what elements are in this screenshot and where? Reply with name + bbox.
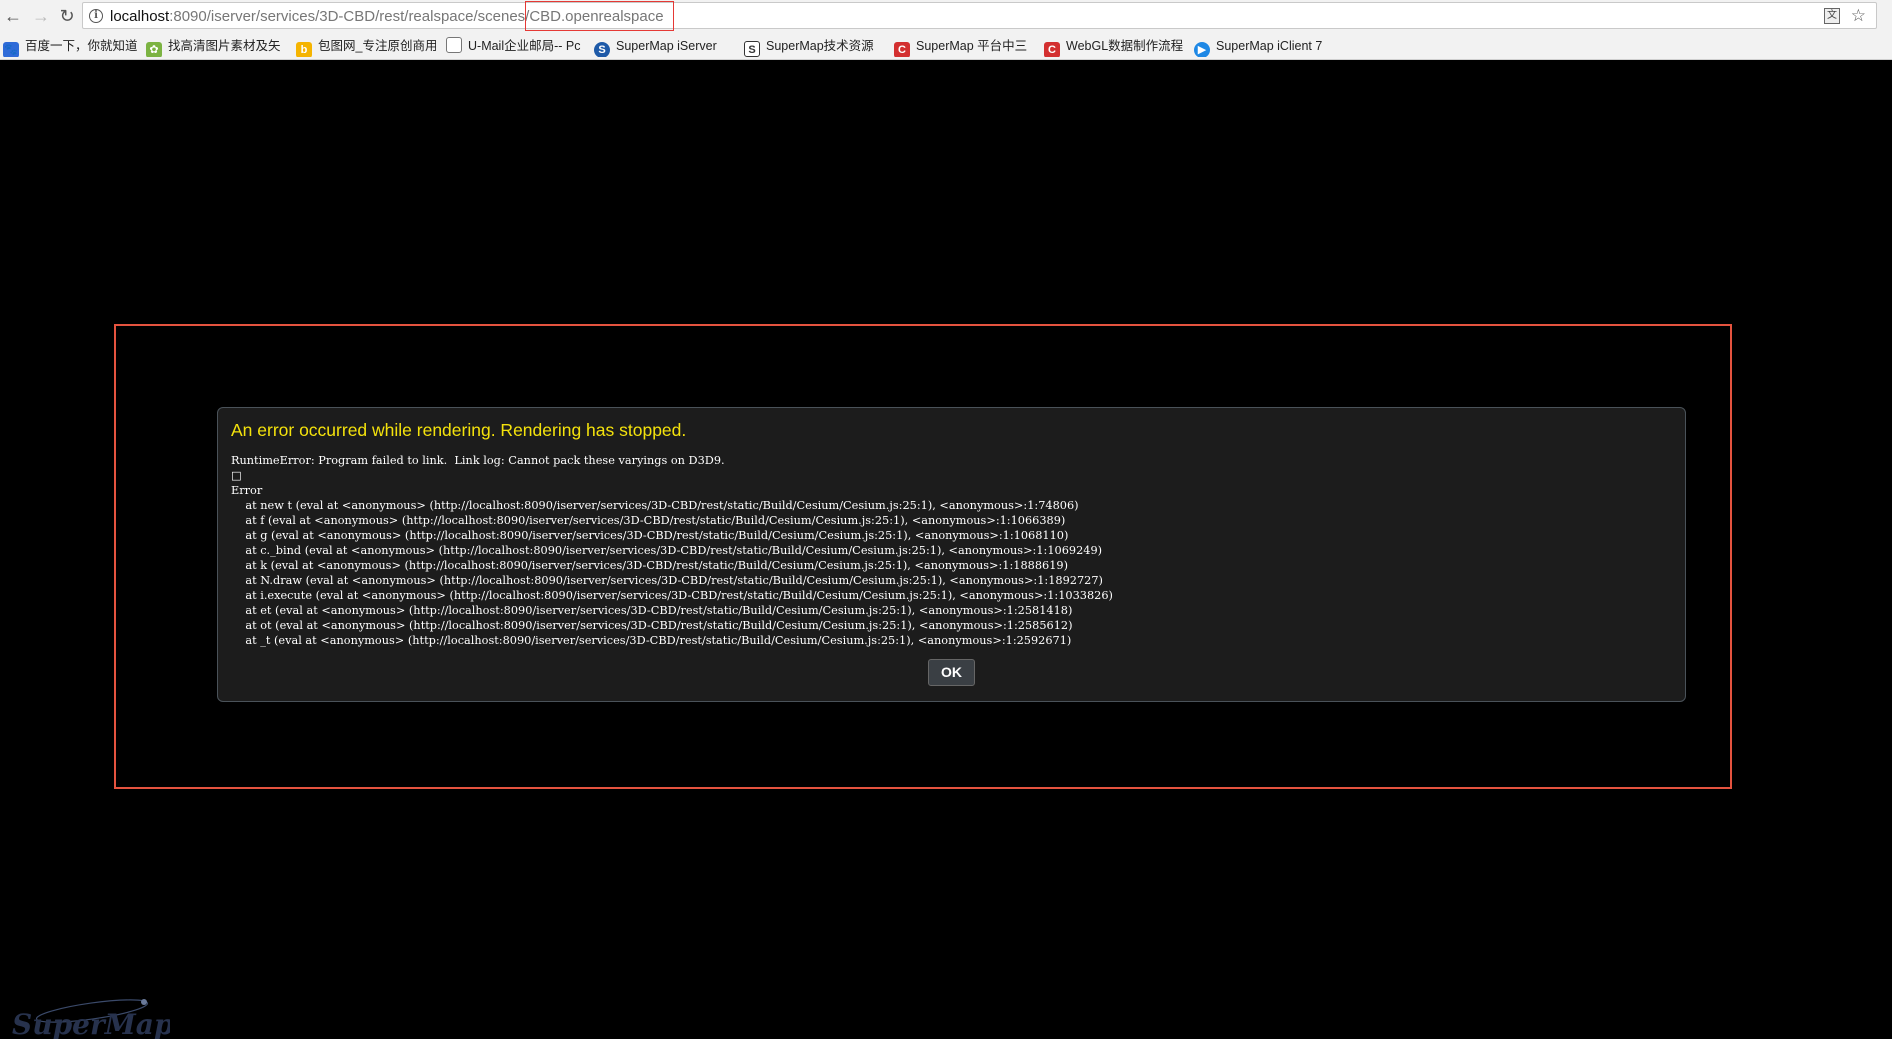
site-info-icon[interactable]: i (89, 9, 103, 23)
back-arrow-icon[interactable]: ← (2, 5, 24, 27)
leaf-icon: ✿ (146, 42, 162, 57)
s-logo-icon: S (744, 41, 760, 57)
translate-icon[interactable]: 文 (1824, 8, 1840, 24)
bookmark-item[interactable]: 🐾 百度一下，你就知道 (3, 35, 143, 57)
bookmark-item[interactable]: C SuperMap 平台中三 (894, 35, 1034, 57)
browser-toolbar: ← → ↻ i localhost:8090/iserver/services/… (0, 0, 1892, 60)
c-logo-icon: C (1044, 42, 1060, 57)
supermap-icon: S (594, 42, 610, 57)
page-icon (446, 37, 462, 53)
bookmark-label: WebGL数据制作流程 (1066, 39, 1184, 53)
bookmark-item[interactable]: b 包图网_专注原创商用 (296, 35, 436, 57)
bookmark-item[interactable]: ▶ SuperMap iClient 7 (1194, 35, 1344, 57)
url-annotation-highlight (525, 1, 674, 31)
bookmark-label: SuperMap 平台中三 (916, 39, 1028, 53)
reload-icon[interactable]: ↻ (56, 5, 78, 27)
bookmark-item[interactable]: S SuperMap iServer (594, 35, 734, 57)
url-host: localhost (110, 8, 170, 25)
bookmark-item[interactable]: ✿ 找高清图片素材及矢 (146, 35, 286, 57)
iclient-icon: ▶ (1194, 42, 1210, 57)
address-bar[interactable]: i localhost:8090/iserver/services/3D-CBD… (82, 1, 1877, 31)
bookmark-item[interactable]: S SuperMap技术资源 (744, 35, 884, 57)
supermap-logo: SuperMap (12, 999, 170, 1039)
bookmark-star-icon[interactable]: ☆ (1851, 6, 1866, 26)
svg-text:SuperMap: SuperMap (12, 1008, 170, 1039)
b-logo-icon: b (296, 42, 312, 57)
forward-arrow-icon[interactable]: → (30, 5, 52, 27)
bookmark-label: U-Mail企业邮局-- Pc (468, 39, 581, 53)
bookmark-item[interactable]: C WebGL数据制作流程 (1044, 35, 1184, 57)
bookmark-label: 找高清图片素材及矢 (168, 39, 281, 53)
bookmark-item[interactable]: U-Mail企业邮局-- Pc (446, 35, 586, 57)
error-title: An error occurred while rendering. Rende… (231, 420, 687, 440)
c-logo-icon: C (894, 42, 910, 57)
bookmarks-bar: 🐾 百度一下，你就知道 ✿ 找高清图片素材及矢 b 包图网_专注原创商用 U-Mail… (0, 35, 1892, 57)
cesium-viewer[interactable]: An error occurred while rendering. Rende… (0, 60, 1892, 1039)
bookmark-label: SuperMap技术资源 (766, 39, 874, 53)
bookmark-label: SuperMap iServer (616, 39, 717, 53)
paw-icon: 🐾 (3, 42, 19, 57)
bookmark-label: 包图网_专注原创商用 (318, 39, 436, 53)
ok-button[interactable]: OK (928, 659, 975, 686)
render-error-dialog: An error occurred while rendering. Rende… (217, 407, 1686, 702)
bookmark-label: 百度一下，你就知道 (25, 39, 138, 53)
bookmark-label: SuperMap iClient 7 (1216, 39, 1323, 53)
error-stack-trace: RuntimeError: Program failed to link. Li… (231, 454, 1113, 647)
